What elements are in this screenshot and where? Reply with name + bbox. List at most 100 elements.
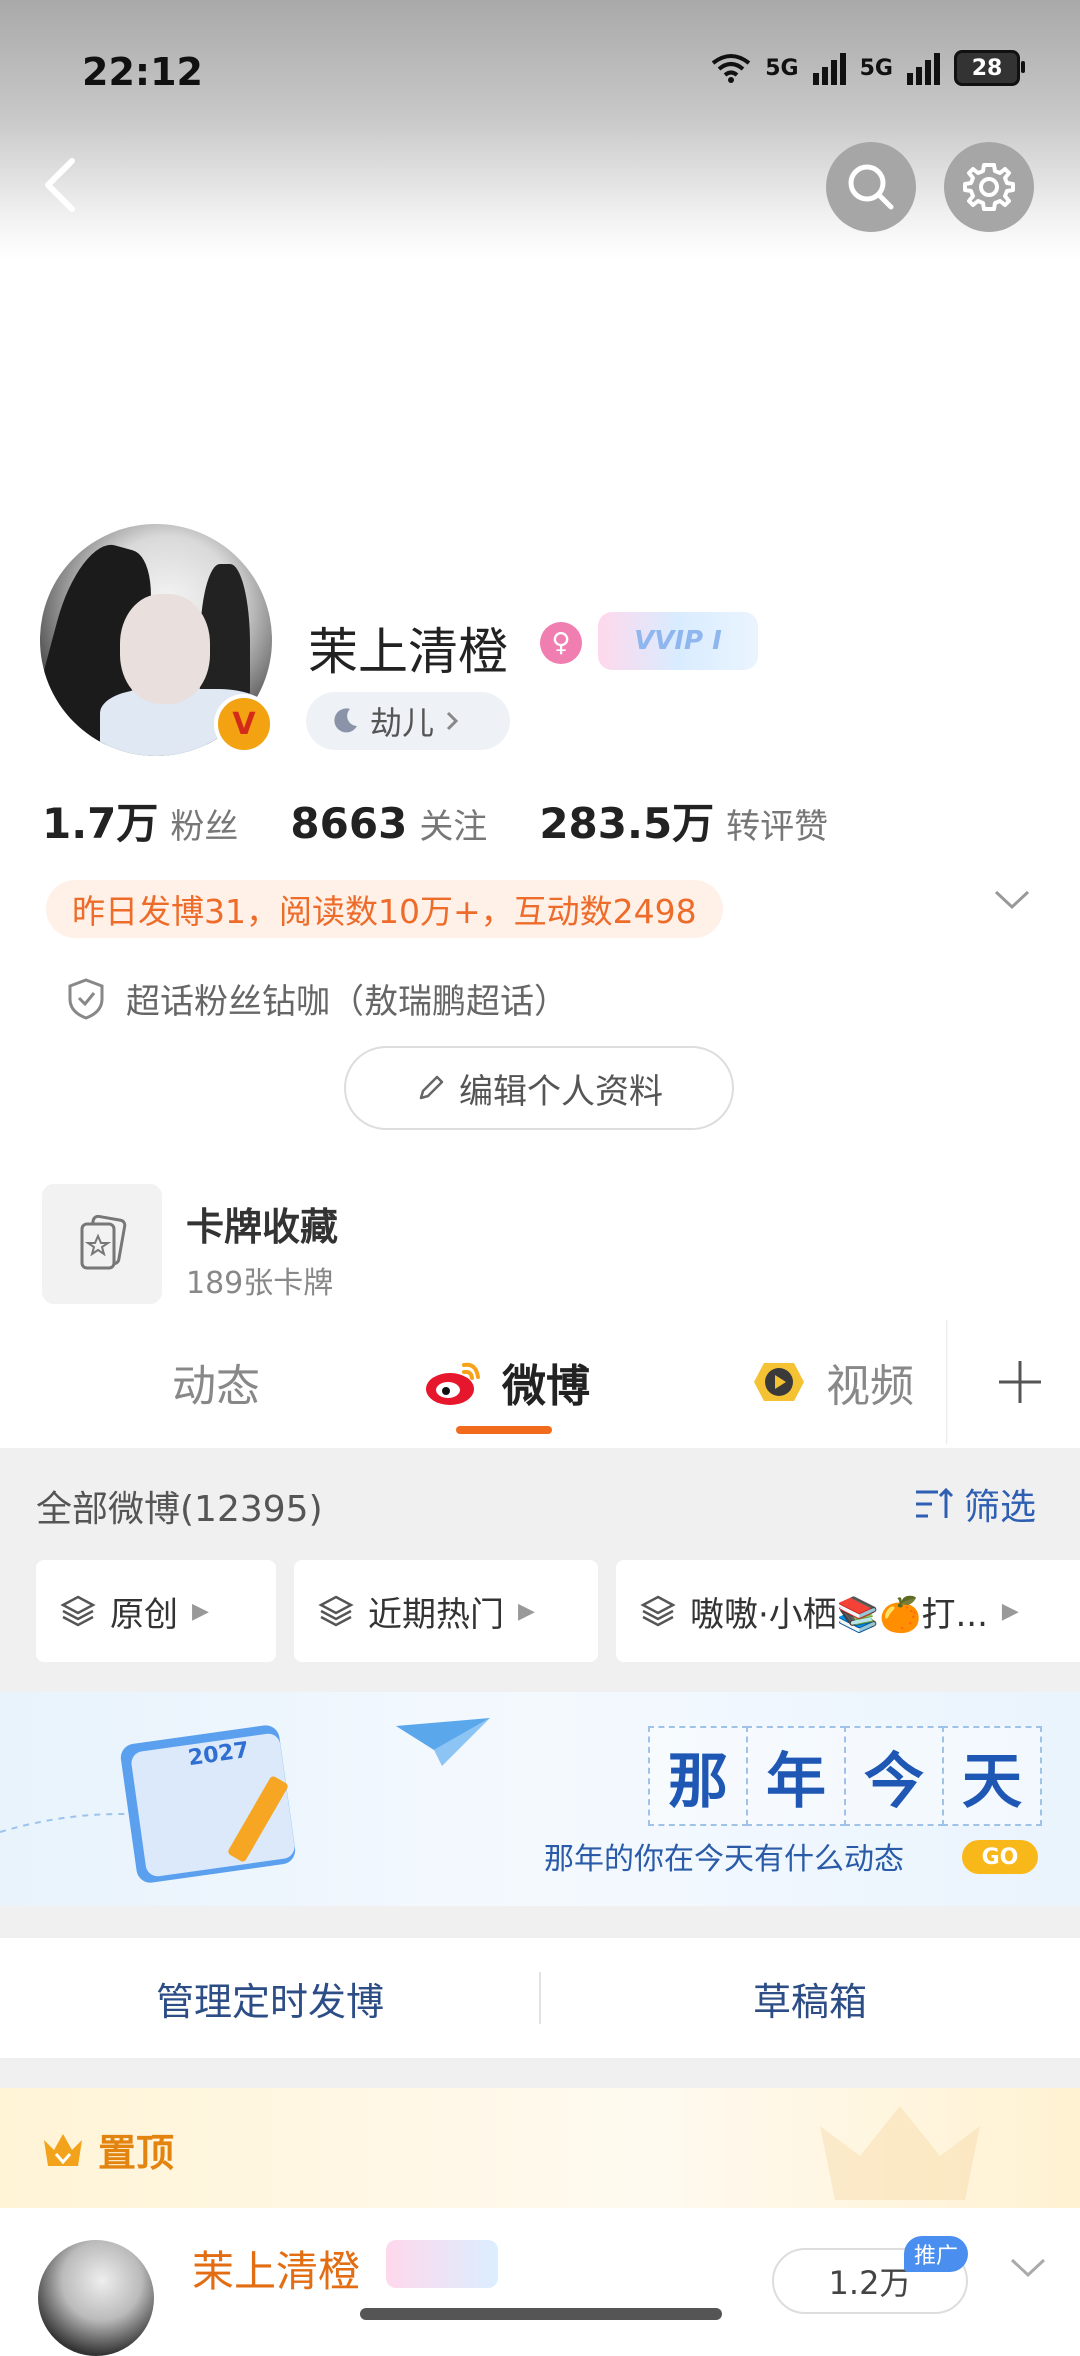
edit-profile-button[interactable]: 编辑个人资料 (344, 1046, 734, 1130)
tab-label: 视频 (826, 1361, 914, 1412)
calendar-icon: 2027 (119, 1714, 308, 1885)
status-time: 22:12 (82, 50, 203, 94)
vvip-badge[interactable]: VVIP I (598, 612, 758, 670)
verified-badge-icon: V (214, 694, 274, 754)
post-menu-button[interactable] (1008, 2256, 1048, 2284)
chevron-down-icon (994, 890, 1030, 910)
verified-badge-label: V (232, 706, 256, 742)
manage-row: 管理定时发博 草稿箱 (0, 1938, 1080, 2058)
expand-button[interactable] (992, 888, 1032, 916)
go-button[interactable]: GO (962, 1840, 1038, 1874)
triangle-right-icon: ▶ (518, 1598, 535, 1624)
moon-icon (334, 708, 357, 733)
crown-icon (44, 2133, 82, 2166)
chip-recent-hot[interactable]: 近期热门 ▶ (294, 1560, 598, 1662)
pinned-section: 置顶 茉上清橙 1.2万 推广 (0, 2088, 1080, 2356)
stat-value: 1.7万 (42, 799, 159, 848)
chip-original[interactable]: 原创 ▶ (36, 1560, 276, 1662)
crown-decoration-icon (820, 2106, 980, 2200)
pinned-label: 置顶 (98, 2131, 175, 2175)
stat-following[interactable]: 8663 关注 (290, 799, 487, 848)
stat-label: 粉丝 (170, 807, 239, 847)
stat-value: 8663 (290, 799, 408, 848)
all-posts-count: 全部微博(12395) (36, 1489, 323, 1530)
signal-icon (812, 51, 846, 85)
chevron-down-icon (1010, 2258, 1046, 2278)
layers-icon (640, 1595, 676, 1627)
drafts-button[interactable]: 草稿箱 (540, 1938, 1080, 2058)
supertopic-row[interactable]: 超话粉丝钻咖（敖瑞鹏超话） (66, 974, 568, 1023)
chip-custom[interactable]: 嗷嗷·小栖📚🍊打... ▶ (616, 1560, 1080, 1662)
pencil-icon (419, 1075, 444, 1100)
promo-badge[interactable]: 推广 (904, 2236, 968, 2272)
active-tab-indicator (456, 1426, 552, 1434)
memory-char: 年 (746, 1726, 846, 1826)
memory-char: 今 (844, 1726, 944, 1826)
network-label-1: 5G (765, 55, 799, 81)
tab-video[interactable]: 视频 (750, 1320, 914, 1444)
post-vvip-badge (386, 2240, 498, 2288)
supertopic-label: 超话粉丝钻咖（敖瑞鹏超话） (126, 982, 568, 1022)
triangle-right-icon: ▶ (192, 1598, 209, 1624)
card-collection-count: 189张卡牌 (186, 1266, 334, 1301)
stat-followers[interactable]: 1.7万 粉丝 (42, 790, 238, 851)
tab-divider (946, 1320, 948, 1444)
memory-subtitle: 那年的你在今天有什么动态 (544, 1842, 904, 1877)
gear-icon (963, 163, 1015, 211)
profile-stats: 1.7万 粉丝 8663 关注 283.5万 转评赞 (42, 790, 880, 851)
post-author-avatar[interactable] (38, 2240, 154, 2356)
chip-label: 原创 (110, 1594, 178, 1635)
activity-summary[interactable]: 昨日发博31，阅读数10万+，互动数2498 (46, 880, 723, 938)
level-label: 劫儿 (370, 704, 435, 742)
memory-char: 天 (942, 1726, 1042, 1826)
signal-icon-2 (907, 51, 940, 85)
level-pill[interactable]: 劫儿 (306, 692, 510, 750)
home-indicator[interactable] (360, 2308, 722, 2320)
paper-plane-icon (396, 1718, 490, 1766)
layers-icon (318, 1595, 354, 1627)
card-icon (80, 1214, 127, 1270)
triangle-right-icon: ▶ (1001, 1598, 1019, 1624)
vvip-label: VVIP I (634, 626, 722, 656)
search-button[interactable] (826, 142, 916, 232)
chip-label: 嗷嗷·小栖📚🍊打... (690, 1594, 988, 1635)
tab-dynamic[interactable]: 动态 (172, 1320, 260, 1444)
settings-button[interactable] (944, 142, 1034, 232)
video-icon (754, 1363, 804, 1401)
stat-value: 283.5万 (539, 799, 715, 848)
scheduled-posts-button[interactable]: 管理定时发博 (0, 1938, 540, 2058)
filter-label: 筛选 (964, 1487, 1037, 1528)
add-tab-button[interactable] (960, 1320, 1080, 1444)
profile-name: 茉上清橙 (308, 623, 508, 681)
profile-cover (0, 0, 1080, 260)
female-icon: ♀ (540, 622, 582, 664)
plus-icon (999, 1361, 1041, 1403)
chevron-right-icon (446, 711, 459, 731)
battery-icon: 28 (954, 50, 1025, 86)
filter-icon (916, 1487, 954, 1518)
shield-icon (68, 977, 104, 1020)
card-collection-title[interactable]: 卡牌收藏 (186, 1196, 338, 1251)
post-author-name[interactable]: 茉上清橙 (192, 2238, 360, 2299)
pinned-header: 置顶 (0, 2088, 1080, 2208)
network-label-2: 5G (859, 55, 893, 81)
stat-interactions[interactable]: 283.5万 转评赞 (539, 790, 828, 851)
chevron-left-icon (45, 158, 75, 212)
filter-button[interactable]: 筛选 (914, 1478, 1036, 1530)
weibo-logo-icon (426, 1362, 480, 1405)
back-button[interactable] (30, 140, 90, 230)
chip-label: 近期热门 (368, 1594, 504, 1635)
memory-char: 那 (648, 1726, 748, 1826)
search-icon (848, 164, 894, 210)
status-icons: 5G 5G 28 (711, 50, 1025, 86)
card-collection-icon[interactable] (42, 1184, 162, 1304)
memory-banner[interactable]: 2027 那 年 今 天 那年的你在今天有什么动态 GO (0, 1692, 1080, 1906)
edit-profile-label: 编辑个人资料 (459, 1071, 663, 1112)
wifi-icon (712, 54, 751, 83)
tab-label: 微博 (502, 1361, 590, 1412)
layers-icon (60, 1595, 96, 1627)
stat-label: 转评赞 (726, 807, 829, 847)
pinned-label-row: 置顶 (40, 2122, 174, 2177)
tab-label: 动态 (172, 1361, 260, 1412)
battery-level: 28 (971, 55, 1003, 81)
